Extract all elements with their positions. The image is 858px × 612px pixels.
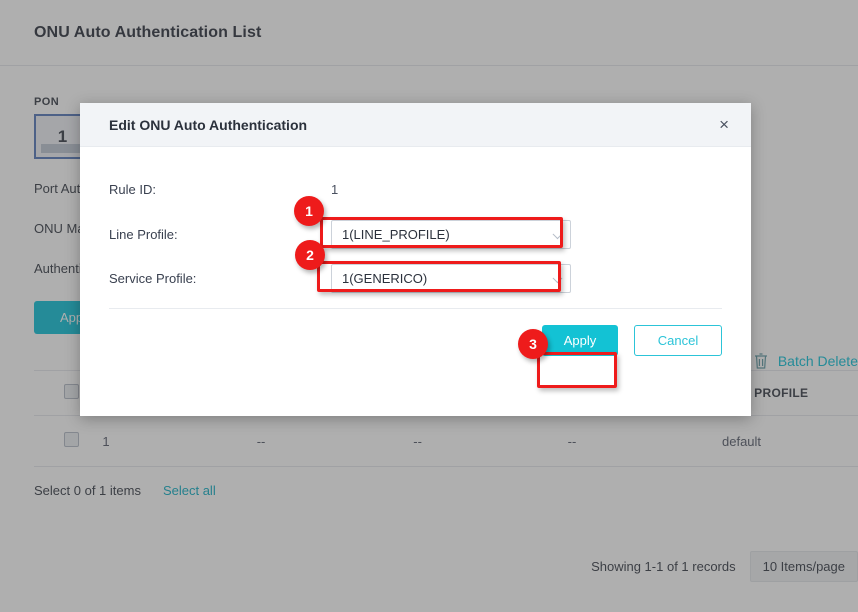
rule-id-row: Rule ID: 1 (109, 175, 722, 204)
dialog-cancel-button[interactable]: Cancel (634, 325, 722, 356)
annotation-badge-2: 2 (295, 240, 325, 270)
service-profile-select[interactable]: 1(GENERICO) (331, 264, 571, 293)
edit-onu-auto-authentication-dialog: Edit ONU Auto Authentication × Rule ID: … (80, 103, 751, 416)
chevron-down-icon (552, 228, 563, 239)
chevron-down-icon (552, 272, 563, 283)
dialog-body: Rule ID: 1 Line Profile: 1(LINE_PROFILE)… (80, 147, 751, 309)
dialog-header: Edit ONU Auto Authentication × (80, 103, 751, 147)
rule-id-label: Rule ID: (109, 182, 156, 197)
line-profile-row: Line Profile: 1(LINE_PROFILE) (109, 220, 722, 249)
annotation-badge-3: 3 (518, 329, 548, 359)
close-icon[interactable]: × (715, 113, 733, 136)
line-profile-label: Line Profile: (109, 227, 178, 242)
annotation-badge-1: 1 (294, 196, 324, 226)
line-profile-selected-value: 1(LINE_PROFILE) (342, 227, 450, 242)
service-profile-row: Service Profile: 1(GENERICO) (109, 264, 722, 293)
line-profile-select[interactable]: 1(LINE_PROFILE) (331, 220, 571, 249)
service-profile-selected-value: 1(GENERICO) (342, 271, 428, 286)
dialog-actions: Apply Cancel (80, 309, 751, 356)
dialog-title: Edit ONU Auto Authentication (109, 116, 308, 133)
service-profile-label: Service Profile: (109, 271, 197, 286)
dialog-apply-button[interactable]: Apply (542, 325, 618, 356)
rule-id-value: 1 (331, 182, 339, 197)
dialog-divider (109, 308, 722, 309)
